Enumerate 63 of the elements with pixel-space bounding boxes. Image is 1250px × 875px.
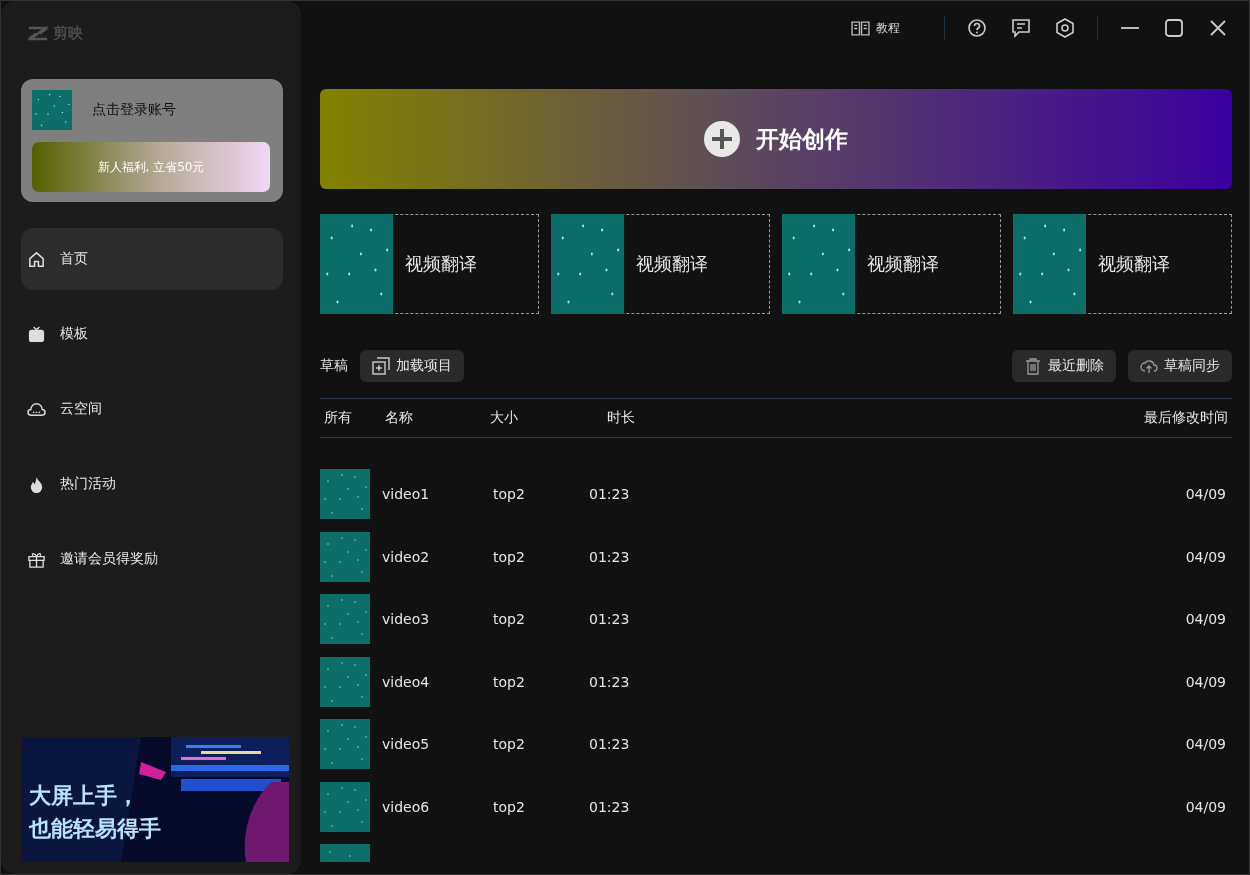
- tv-icon: [27, 324, 46, 344]
- start-create-button[interactable]: 开始创作: [320, 89, 1232, 189]
- table-cell-text: top2: [493, 611, 526, 627]
- tutorial-button[interactable]: 教程: [845, 18, 906, 38]
- table-cell-text: 01:23: [589, 548, 631, 565]
- home-icon: [27, 249, 46, 269]
- table-cell: 04/09: [1185, 736, 1226, 752]
- tool-card[interactable]: 视频翻译: [320, 214, 539, 314]
- table-cell-text: video1: [382, 486, 431, 502]
- tool-label: 视频翻译: [405, 252, 477, 276]
- table-cell-text: video3: [382, 611, 431, 627]
- table-cell-text: top2: [493, 736, 526, 752]
- nav-item[interactable]: 热门活动: [21, 453, 283, 515]
- tool-label: 视频翻译: [1098, 252, 1170, 276]
- table-cell-text: 01:23: [589, 673, 631, 690]
- tool-card[interactable]: 视频翻译: [1013, 214, 1232, 314]
- table-cell-text: video5: [382, 736, 431, 752]
- nav-item[interactable]: 邀请会员得奖励: [21, 528, 283, 590]
- table-cell: 04/09: [1185, 673, 1226, 690]
- draft-sync-button[interactable]: 草稿同步: [1128, 350, 1232, 382]
- table-cell-text: 01:23: [589, 611, 631, 627]
- message-icon[interactable]: [1009, 18, 1033, 38]
- nav-item[interactable]: 模板: [21, 303, 283, 365]
- drafts-title: 草稿: [320, 357, 348, 375]
- tool-label: 视频翻译: [636, 252, 708, 276]
- column-header: 所有: [324, 409, 353, 427]
- column-header: 最后修改时间: [1144, 409, 1228, 427]
- plus-icon: [704, 121, 740, 157]
- trash-icon: [1024, 357, 1042, 375]
- column-header: 大小: [490, 409, 519, 427]
- table-cell-text: 01:23: [589, 798, 631, 815]
- nav-item[interactable]: 首页: [21, 228, 283, 290]
- column-header: 名称: [385, 409, 414, 427]
- recently-deleted-button[interactable]: 最近删除: [1012, 350, 1116, 382]
- tool-card[interactable]: 视频翻译: [782, 214, 1001, 314]
- banner-text: 大屏上手，: [29, 782, 140, 810]
- table-cell-text: 01:23: [589, 736, 631, 752]
- table-cell-text: top2: [493, 798, 526, 815]
- table-cell-text: top2: [493, 486, 526, 502]
- banner-text: 也能轻易得手: [29, 815, 161, 843]
- load-project-button[interactable]: 加载项目: [360, 350, 464, 382]
- table-cell-text: video4: [382, 673, 431, 690]
- cloud-upload-icon: [1140, 357, 1158, 375]
- tool-label: 视频翻译: [867, 252, 939, 276]
- settings-icon[interactable]: [1053, 18, 1077, 38]
- table-cell-text: video6: [382, 798, 431, 815]
- table-cell: 04/09: [1185, 798, 1226, 815]
- table-cell: 04/09: [1185, 611, 1226, 627]
- login-link[interactable]: 点击登录账号: [92, 101, 176, 119]
- logo-icon: [27, 25, 49, 41]
- table-cell-text: top2: [493, 673, 526, 690]
- table-cell: 04/09: [1185, 486, 1226, 502]
- help-icon[interactable]: [965, 18, 989, 38]
- table-cell-text: top2: [493, 548, 526, 565]
- book-icon: [851, 20, 870, 36]
- tool-card[interactable]: 视频翻译: [551, 214, 770, 314]
- table-cell-text: video2: [382, 548, 431, 565]
- nav-item[interactable]: 云空间: [21, 378, 283, 440]
- column-header: 时长: [607, 409, 636, 427]
- add-file-icon: [372, 357, 390, 375]
- maximize-icon[interactable]: [1162, 18, 1186, 38]
- table-cell-text: 01:23: [589, 486, 631, 502]
- table-cell: 04/09: [1185, 548, 1226, 565]
